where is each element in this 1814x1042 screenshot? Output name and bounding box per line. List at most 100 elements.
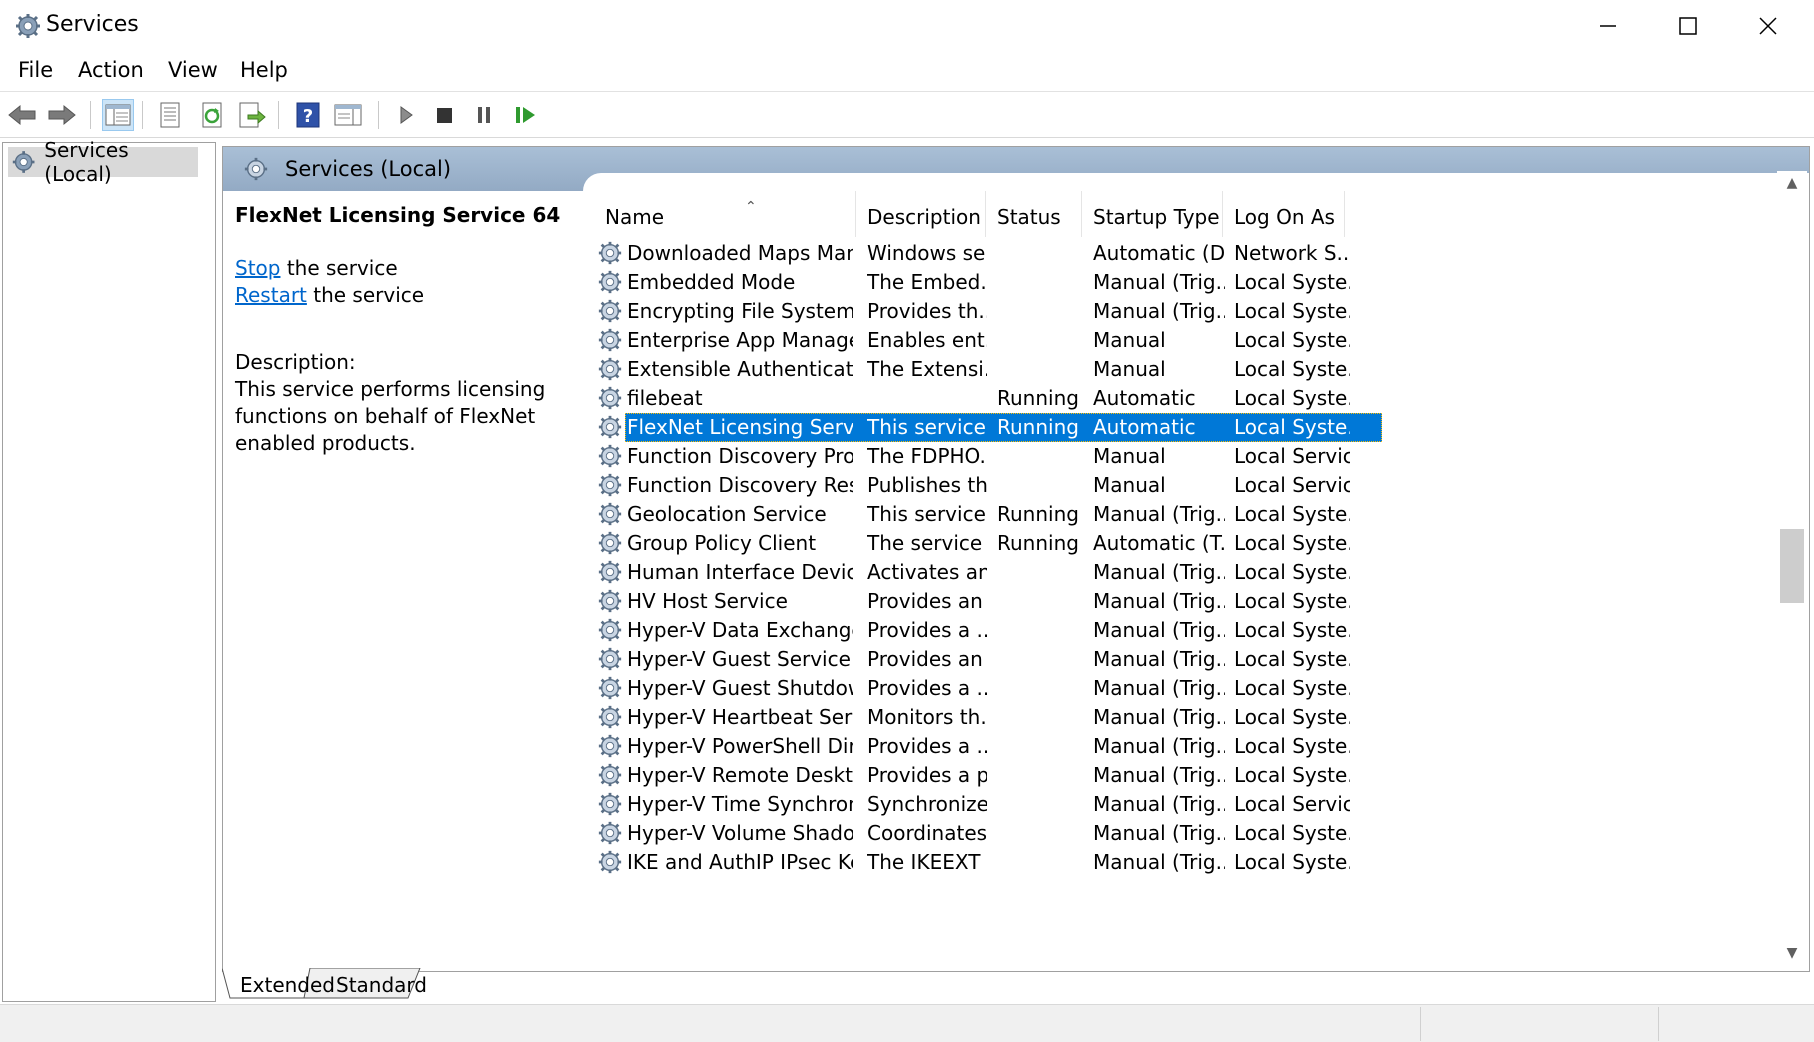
cell-log-on-as: Local Syste... — [1234, 502, 1350, 526]
table-row[interactable]: Hyper-V Guest Shutdown S... Provides a ..… — [593, 674, 1793, 703]
cell-description: This service ... — [867, 415, 987, 439]
tab-standard[interactable]: Standard — [336, 968, 427, 1002]
start-service-icon — [400, 106, 413, 124]
table-row[interactable]: Group Policy Client The service ... Runnin… — [593, 529, 1793, 558]
scroll-up-button[interactable]: ▲ — [1777, 171, 1807, 195]
cell-status: Running — [997, 531, 1079, 555]
cell-startup-type: Manual (Trig... — [1093, 821, 1225, 845]
status-bar — [0, 1004, 1814, 1042]
cell-description: Synchronize... — [867, 792, 987, 816]
refresh-button[interactable] — [196, 99, 228, 131]
export-list-button[interactable] — [236, 99, 268, 131]
stop-action: Stop the service — [235, 255, 575, 282]
service-gear-icon — [598, 328, 622, 352]
table-row[interactable]: Hyper-V Time Synchronizat... Synchronize.… — [593, 790, 1793, 819]
selected-service-title: FlexNet Licensing Service 64 — [235, 203, 561, 227]
table-row[interactable]: Geolocation Service This service ... Runni… — [593, 500, 1793, 529]
cell-status: Running — [997, 502, 1079, 526]
table-row[interactable]: HV Host Service Provides an ... Manual (Tr… — [593, 587, 1793, 616]
extended-info-panel: FlexNet Licensing Service 64 Stop the se… — [235, 203, 575, 457]
column-divider[interactable] — [1344, 191, 1345, 237]
table-row[interactable]: FlexNet Licensing Service 64 This service… — [593, 413, 1793, 442]
column-header-label: Description — [867, 205, 981, 229]
cell-status — [997, 587, 1087, 616]
back-button[interactable] — [6, 99, 38, 131]
service-gear-icon — [598, 502, 622, 526]
restart-service-button[interactable] — [510, 99, 542, 131]
show-console-tree-button[interactable] — [102, 99, 134, 131]
table-row[interactable]: Hyper-V Data Exchange Ser... Provides a .… — [593, 616, 1793, 645]
table-row[interactable]: Hyper-V Guest Service Inter... Provides a… — [593, 645, 1793, 674]
maximize-button[interactable] — [1648, 0, 1728, 52]
vertical-scrollbar[interactable]: ▲ ▼ — [1777, 171, 1807, 971]
cell-status — [997, 790, 1087, 819]
service-gear-icon — [598, 357, 622, 381]
table-row[interactable]: Hyper-V Heartbeat Service Monitors th... M… — [593, 703, 1793, 732]
description-body: This service performs licensing function… — [235, 377, 546, 455]
help-button[interactable]: ? — [292, 99, 324, 131]
table-row[interactable]: Human Interface Device Ser... Activates a… — [593, 558, 1793, 587]
pause-service-button[interactable] — [468, 99, 500, 131]
forward-button[interactable] — [46, 99, 78, 131]
tab-extended[interactable]: Extended — [240, 968, 335, 1002]
stop-service-button[interactable] — [428, 99, 460, 131]
tree-item-services-local[interactable]: Services (Local) — [8, 138, 198, 186]
table-row[interactable]: Embedded Mode The Embed... Manual (Trig...… — [593, 268, 1793, 297]
table-row[interactable]: Encrypting File System (EFS) Provides th.… — [593, 297, 1793, 326]
restart-link[interactable]: Restart — [235, 283, 307, 307]
table-row[interactable]: IKE and AuthIP IPsec Keying... The IKEEXT… — [593, 848, 1793, 877]
menu-help[interactable]: Help — [238, 58, 290, 82]
cell-log-on-as: Local Syste... — [1234, 734, 1350, 758]
properties-button[interactable] — [154, 99, 186, 131]
cell-status — [997, 848, 1087, 877]
service-gear-icon — [598, 473, 622, 497]
cell-startup-type: Manual (Trig... — [1093, 299, 1225, 323]
services-table: Name ⌃ Description Status Startup Type L… — [593, 191, 1793, 971]
start-service-button[interactable] — [390, 99, 422, 131]
properties-icon — [160, 102, 180, 128]
menu-action[interactable]: Action — [76, 58, 146, 82]
cell-name: Geolocation Service — [627, 502, 827, 526]
column-header-status[interactable]: Status — [985, 191, 1081, 237]
service-gear-icon — [598, 705, 622, 729]
table-row[interactable]: Extensible Authentication P... The Extens… — [593, 355, 1793, 384]
service-gear-icon — [598, 647, 622, 671]
show-hide-action-pane-button[interactable] — [332, 99, 364, 131]
service-gear-icon — [598, 618, 622, 642]
cell-name: Hyper-V Time Synchronizat... — [627, 792, 853, 816]
cell-name: Downloaded Maps Manager — [627, 241, 853, 265]
column-header-label: Log On As — [1234, 205, 1335, 229]
service-gear-icon — [598, 241, 622, 265]
toolbar-divider — [0, 137, 1814, 138]
cell-name: Embedded Mode — [627, 270, 796, 294]
cell-log-on-as: Local Syste... — [1234, 299, 1350, 323]
scroll-down-button[interactable]: ▼ — [1777, 941, 1807, 965]
table-row[interactable]: Function Discovery Resourc... Publishes t… — [593, 471, 1793, 500]
scroll-thumb[interactable] — [1780, 529, 1804, 603]
table-row[interactable]: Function Discovery Provide... The FDPHO..… — [593, 442, 1793, 471]
column-header-name[interactable]: Name — [593, 191, 855, 237]
cell-log-on-as: Local Syste... — [1234, 647, 1350, 671]
column-header-log-on-as[interactable]: Log On As — [1222, 191, 1344, 237]
table-row[interactable]: Hyper-V PowerShell Direct ... Provides a … — [593, 732, 1793, 761]
column-header-startup-type[interactable]: Startup Type — [1081, 191, 1222, 237]
table-row[interactable]: Enterprise App Managemen... Enables ent..… — [593, 326, 1793, 355]
cell-name: Hyper-V PowerShell Direct ... — [627, 734, 853, 758]
cell-description: Provides a ... — [867, 676, 987, 700]
menu-file[interactable]: File — [16, 58, 55, 82]
cell-log-on-as: Local Syste... — [1234, 270, 1350, 294]
table-row[interactable]: Downloaded Maps Manager Windows se... Auto… — [593, 239, 1793, 268]
menu-view[interactable]: View — [166, 58, 220, 82]
pane-title: Services (Local) — [285, 157, 452, 181]
cell-name: Enterprise App Managemen... — [627, 328, 853, 352]
minimize-button[interactable] — [1568, 0, 1648, 52]
column-header-description[interactable]: Description — [855, 191, 985, 237]
cell-description: Coordinates... — [867, 821, 987, 845]
cell-name: Function Discovery Provide... — [627, 444, 853, 468]
table-row[interactable]: Hyper-V Volume Shadow C... Coordinates...… — [593, 819, 1793, 848]
table-row[interactable]: Hyper-V Remote Desktop Vi... Provides a p… — [593, 761, 1793, 790]
stop-link[interactable]: Stop — [235, 256, 280, 280]
close-button[interactable] — [1728, 0, 1808, 52]
cell-name: Human Interface Device Ser... — [627, 560, 853, 584]
table-row[interactable]: filebeat Running Automatic Local Syste... — [593, 384, 1793, 413]
